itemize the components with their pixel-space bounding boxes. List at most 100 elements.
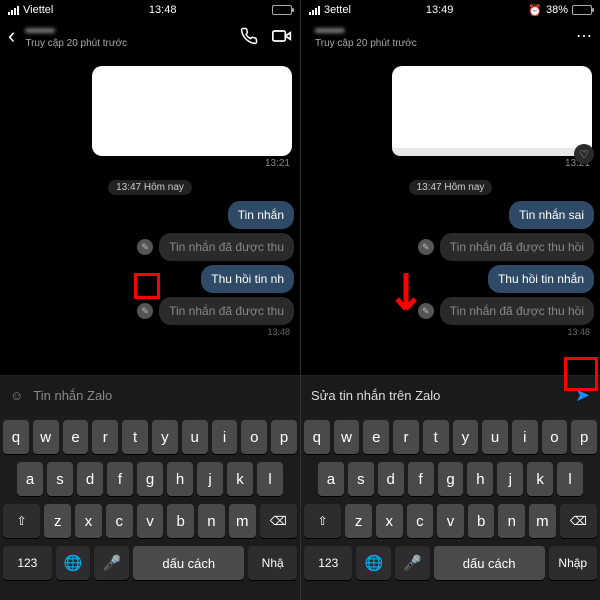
key-k[interactable]: k	[527, 462, 553, 496]
key-p[interactable]: p	[271, 420, 297, 454]
key-n[interactable]: n	[198, 504, 225, 538]
key-g[interactable]: g	[137, 462, 163, 496]
chat-area[interactable]: 13:21 13:47 Hôm nay Tin nhắn ✎Tin nhắn đ…	[0, 58, 300, 375]
key-u[interactable]: u	[182, 420, 208, 454]
key-v[interactable]: v	[137, 504, 164, 538]
key-i[interactable]: i	[512, 420, 538, 454]
key-⌫[interactable]: ⌫	[260, 504, 297, 538]
recalled-message[interactable]: Tin nhắn đã được thu hồi	[440, 233, 594, 261]
key-y[interactable]: y	[152, 420, 178, 454]
key-dấu cách[interactable]: dấu cách	[434, 546, 545, 580]
key-w[interactable]: w	[33, 420, 59, 454]
key-t[interactable]: t	[122, 420, 148, 454]
key-x[interactable]: x	[376, 504, 403, 538]
key-k[interactable]: k	[227, 462, 253, 496]
recalled-message[interactable]: Tin nhắn đã được thu hồi	[440, 297, 594, 325]
key-c[interactable]: c	[106, 504, 133, 538]
key-123[interactable]: 123	[3, 546, 52, 580]
key-u[interactable]: u	[482, 420, 508, 454]
key-w[interactable]: w	[334, 420, 360, 454]
key-e[interactable]: e	[363, 420, 389, 454]
image-message[interactable]: ♡	[392, 66, 592, 156]
message-input-bar: ☺ Tin nhắn Zalo	[0, 375, 300, 415]
key-h[interactable]: h	[467, 462, 493, 496]
send-button[interactable]: ➤	[575, 385, 590, 406]
date-separator: 13:47 Hôm nay	[108, 180, 192, 195]
more-icon[interactable]: ⋯	[576, 26, 592, 46]
key-a[interactable]: a	[318, 462, 344, 496]
edit-icon[interactable]: ✎	[418, 239, 434, 255]
key-b[interactable]: b	[468, 504, 495, 538]
key-g[interactable]: g	[438, 462, 464, 496]
key-b[interactable]: b	[167, 504, 194, 538]
chat-area[interactable]: ♡ 13:21 13:47 Hôm nay Tin nhắn sai ✎Tin …	[301, 58, 600, 375]
key-i[interactable]: i	[212, 420, 238, 454]
key-d[interactable]: d	[77, 462, 103, 496]
call-icon[interactable]	[240, 27, 258, 45]
key-f[interactable]: f	[107, 462, 133, 496]
key-p[interactable]: p	[571, 420, 597, 454]
key-⇧[interactable]: ⇧	[304, 504, 341, 538]
key-⌫[interactable]: ⌫	[560, 504, 597, 538]
key-e[interactable]: e	[63, 420, 89, 454]
key-⇧[interactable]: ⇧	[3, 504, 40, 538]
key-l[interactable]: l	[557, 462, 583, 496]
key-🎤[interactable]: 🎤	[94, 546, 129, 580]
key-m[interactable]: m	[229, 504, 256, 538]
message-bubble[interactable]: Thu hồi tin nhắn	[488, 265, 594, 293]
message-input[interactable]: Tin nhắn Zalo	[33, 388, 112, 403]
recalled-message[interactable]: Tin nhắn đã được thu	[159, 297, 294, 325]
key-🌐[interactable]: 🌐	[356, 546, 391, 580]
sticker-icon[interactable]: ☺	[10, 388, 23, 403]
key-a[interactable]: a	[17, 462, 43, 496]
key-s[interactable]: s	[47, 462, 73, 496]
message-bubble[interactable]: Tin nhắn sai	[509, 201, 594, 229]
recalled-message[interactable]: Tin nhắn đã được thu	[159, 233, 294, 261]
edit-icon[interactable]: ✎	[418, 303, 434, 319]
image-message[interactable]	[92, 66, 292, 156]
message-bubble[interactable]: Thu hồi tin nh	[201, 265, 294, 293]
react-icon[interactable]: ♡	[574, 144, 594, 164]
key-o[interactable]: o	[241, 420, 267, 454]
key-m[interactable]: m	[529, 504, 556, 538]
key-z[interactable]: z	[44, 504, 71, 538]
back-icon[interactable]: ‹	[8, 23, 15, 49]
key-r[interactable]: r	[92, 420, 118, 454]
key-s[interactable]: s	[348, 462, 374, 496]
edit-icon[interactable]: ✎	[137, 303, 153, 319]
key-n[interactable]: n	[498, 504, 525, 538]
key-v[interactable]: v	[437, 504, 464, 538]
message-bubble[interactable]: Tin nhắn	[228, 201, 294, 229]
key-🌐[interactable]: 🌐	[56, 546, 91, 580]
key-dấu cách[interactable]: dấu cách	[133, 546, 244, 580]
key-c[interactable]: c	[407, 504, 434, 538]
key-x[interactable]: x	[75, 504, 102, 538]
key-j[interactable]: j	[197, 462, 223, 496]
key-f[interactable]: f	[408, 462, 434, 496]
key-z[interactable]: z	[345, 504, 372, 538]
key-q[interactable]: q	[304, 420, 330, 454]
key-l[interactable]: l	[257, 462, 283, 496]
key-row-3: ⇧zxcvbnm⌫	[3, 504, 297, 538]
video-icon[interactable]	[272, 28, 292, 44]
key-j[interactable]: j	[497, 462, 523, 496]
key-y[interactable]: y	[453, 420, 479, 454]
chat-header: •••••• Truy cập 20 phút trước ⋯	[301, 18, 600, 58]
key-row-4: 123🌐🎤dấu cáchNhập	[304, 546, 597, 580]
key-o[interactable]: o	[542, 420, 568, 454]
key-d[interactable]: d	[378, 462, 404, 496]
key-Nhập[interactable]: Nhập	[549, 546, 597, 580]
key-q[interactable]: q	[3, 420, 29, 454]
key-row-2: asdfghjkl	[3, 462, 297, 496]
key-row-2: asdfghjkl	[304, 462, 597, 496]
key-h[interactable]: h	[167, 462, 193, 496]
key-123[interactable]: 123	[304, 546, 352, 580]
edit-icon[interactable]: ✎	[137, 239, 153, 255]
key-r[interactable]: r	[393, 420, 419, 454]
key-t[interactable]: t	[423, 420, 449, 454]
key-🎤[interactable]: 🎤	[395, 546, 430, 580]
message-input[interactable]: Sửa tin nhắn trên Zalo	[311, 388, 565, 403]
contact-name[interactable]: ••••••	[315, 23, 566, 38]
contact-name[interactable]: ••••••	[25, 23, 230, 38]
key-Nhậ[interactable]: Nhậ	[248, 546, 297, 580]
